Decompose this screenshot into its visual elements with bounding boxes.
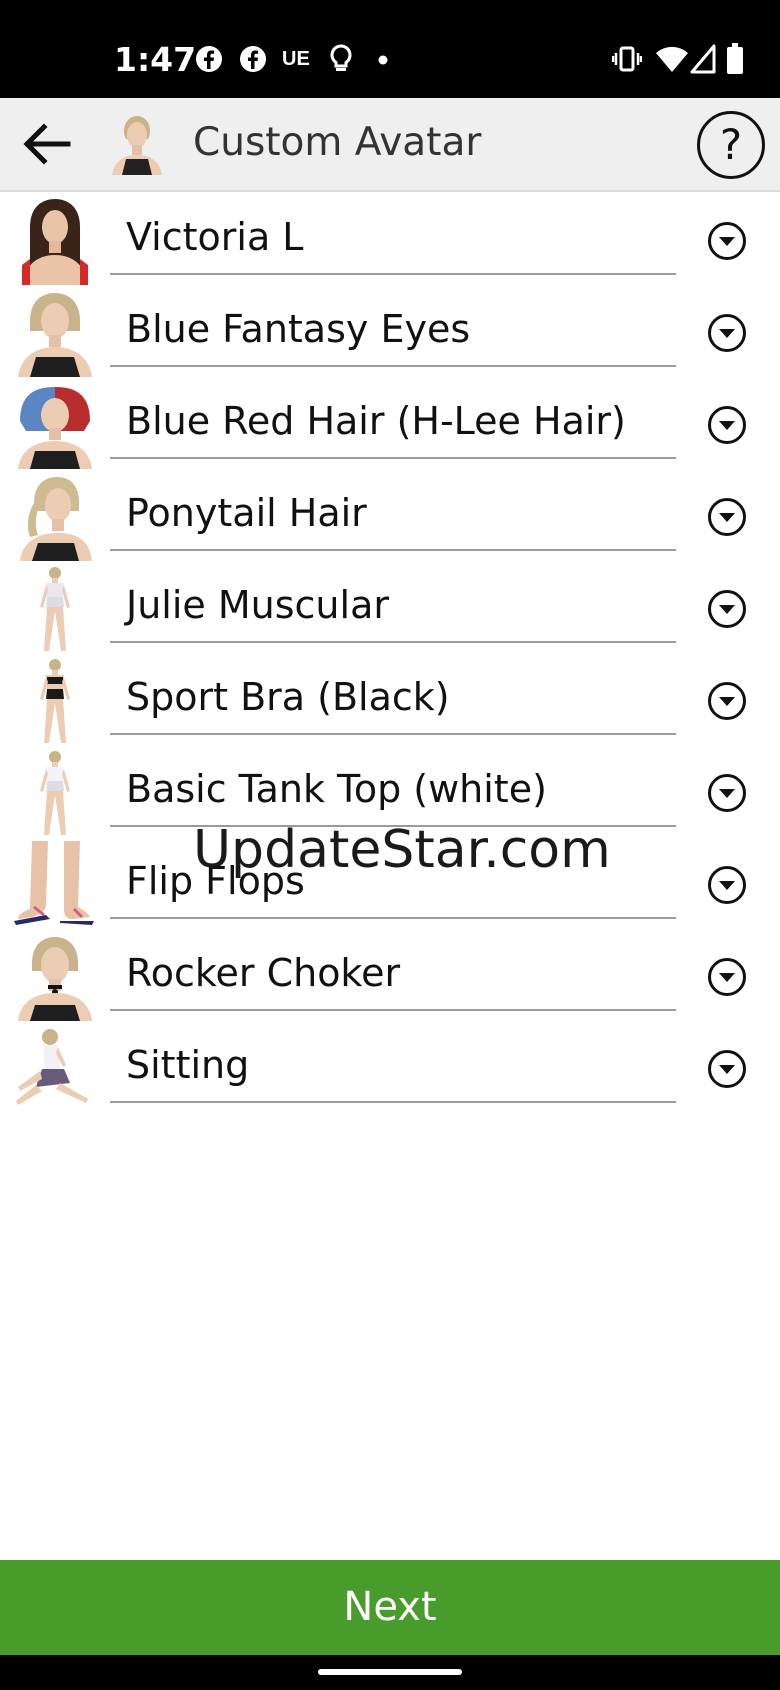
thumbnail-feet-flip-flops: [12, 841, 98, 929]
thumbnail-figure-blue-red-hair: [12, 381, 98, 469]
list-item: Victoria L: [0, 195, 780, 287]
item-field[interactable]: Victoria L: [110, 203, 676, 275]
app-bar: Custom Avatar ?: [0, 98, 780, 192]
thumbnail-figure-full-body-black: [12, 657, 98, 745]
back-arrow-icon[interactable]: [18, 116, 74, 172]
signal-icon: [690, 44, 716, 74]
chevron-down-circle-icon[interactable]: [707, 773, 747, 813]
thumbnail-figure-blonde: [12, 289, 98, 377]
chevron-down-circle-icon[interactable]: [707, 497, 747, 537]
thumbnail-figure-full-body-white: [12, 565, 98, 653]
chevron-down-circle-icon[interactable]: [707, 865, 747, 905]
chevron-down-circle-icon[interactable]: [707, 405, 747, 445]
thumbnail-figure-choker: [12, 933, 98, 1021]
item-field[interactable]: Blue Red Hair (H-Lee Hair): [110, 387, 676, 459]
ue-icon: UE: [282, 48, 310, 70]
list-item: Julie Muscular: [0, 563, 780, 655]
list-item: Basic Tank Top (white): [0, 747, 780, 839]
thumbnail-figure-full-body-white: [12, 749, 98, 837]
item-field[interactable]: Sport Bra (Black): [110, 663, 676, 735]
vibrate-icon: [612, 46, 642, 72]
wifi-icon: [656, 46, 688, 72]
status-bar: 1:47 UE: [0, 0, 780, 98]
page-title: Custom Avatar: [193, 120, 482, 165]
list-item: Sitting: [0, 1023, 780, 1115]
thumbnail-figure-sitting: [12, 1025, 98, 1113]
item-field[interactable]: Julie Muscular: [110, 571, 676, 643]
thumbnail-figure-dark-hair: [12, 197, 98, 285]
chevron-down-circle-icon[interactable]: [707, 681, 747, 721]
navigation-bar: [0, 1655, 780, 1690]
chevron-down-circle-icon[interactable]: [707, 221, 747, 261]
list-item: Blue Fantasy Eyes: [0, 287, 780, 379]
item-field[interactable]: Sitting: [110, 1031, 676, 1103]
list-item: Blue Red Hair (H-Lee Hair): [0, 379, 780, 471]
help-button[interactable]: ?: [697, 111, 765, 179]
battery-icon: [727, 43, 743, 74]
list-item: Flip Flops: [0, 839, 780, 931]
item-field[interactable]: Basic Tank Top (white): [110, 755, 676, 827]
item-field[interactable]: Ponytail Hair: [110, 479, 676, 551]
item-field[interactable]: Blue Fantasy Eyes: [110, 295, 676, 367]
facebook-icon: [196, 46, 222, 72]
item-field[interactable]: Flip Flops: [110, 847, 676, 919]
lightbulb-icon: [330, 44, 352, 71]
dot-icon: [378, 55, 388, 65]
thumbnail-figure-ponytail: [12, 473, 98, 561]
list-item: Rocker Choker: [0, 931, 780, 1023]
list-item: Sport Bra (Black): [0, 655, 780, 747]
status-time: 1:47: [114, 40, 197, 79]
home-handle[interactable]: [318, 1669, 462, 1675]
chevron-down-circle-icon[interactable]: [707, 589, 747, 629]
chevron-down-circle-icon[interactable]: [707, 1049, 747, 1089]
chevron-down-circle-icon[interactable]: [707, 313, 747, 353]
chevron-down-circle-icon[interactable]: [707, 957, 747, 997]
item-field[interactable]: Rocker Choker: [110, 939, 676, 1011]
avatar-icon: [112, 116, 162, 175]
list-item: Ponytail Hair: [0, 471, 780, 563]
facebook-icon: [240, 46, 266, 72]
next-button[interactable]: Next: [0, 1560, 780, 1655]
